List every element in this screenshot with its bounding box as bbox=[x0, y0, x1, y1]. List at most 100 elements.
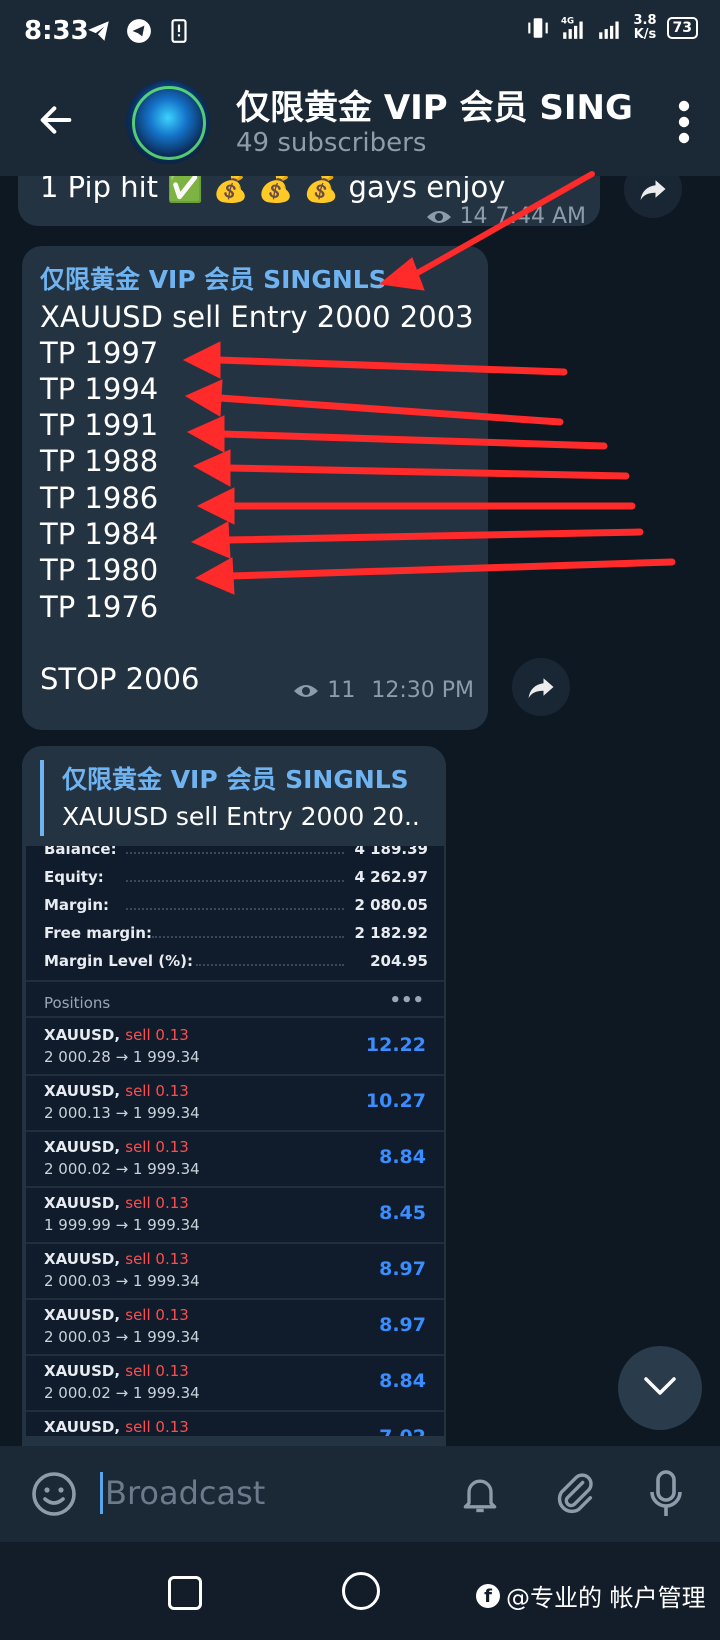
vibrate-icon bbox=[528, 18, 549, 38]
position-row: XAUUSD, sell 0.13 2 000.02 → 1 999.34 8.… bbox=[26, 1130, 444, 1188]
account-value: 204.95 bbox=[370, 952, 428, 970]
message-meta: 11 12:30 PM bbox=[293, 678, 474, 703]
reply-sender: 仅限黄金 VIP 会员 SINGNLS bbox=[62, 765, 409, 794]
system-nav-bar: f @专业的 帐户管理 bbox=[0, 1542, 720, 1640]
broadcast-input[interactable]: Broadcast bbox=[100, 1472, 265, 1514]
message-sender[interactable]: 仅限黄金 VIP 会员 SINGNLS bbox=[40, 260, 387, 296]
position-symbol: XAUUSD, sell 0.13 bbox=[44, 1082, 189, 1100]
position-row: XAUUSD, sell 0.13 2 000.03 → 1 999.34 8.… bbox=[26, 1298, 444, 1356]
position-row: XAUUSD, sell 0.13 7.02 bbox=[26, 1410, 444, 1436]
status-bar: 8:33 4G 3.8 K/s 73 bbox=[0, 0, 720, 66]
position-prices: 2 000.03 → 1 999.34 bbox=[44, 1328, 200, 1346]
position-prices: 2 000.13 → 1 999.34 bbox=[44, 1104, 200, 1122]
signal-4g-icon: 4G bbox=[561, 17, 584, 39]
reply-preview[interactable]: 仅限黄金 VIP 会员 SINGNLS XAUUSD sell Entry 20… bbox=[40, 760, 442, 836]
watermark: f @专业的 帐户管理 bbox=[476, 1578, 706, 1613]
message-bubble[interactable]: 仅限黄金 VIP 会员 SINGNLS XAUUSD sell Entry 20… bbox=[22, 746, 446, 1446]
position-profit: 8.84 bbox=[379, 1370, 426, 1392]
views-eye-icon bbox=[294, 684, 319, 697]
channel-title[interactable]: 仅限黄金 VIP 会员 SING... bbox=[236, 80, 636, 129]
channel-avatar[interactable] bbox=[126, 80, 210, 164]
view-count: 14 bbox=[459, 204, 488, 229]
attach-icon[interactable] bbox=[552, 1470, 598, 1518]
message-composer: Broadcast bbox=[0, 1446, 720, 1542]
views-eye-icon bbox=[426, 210, 451, 223]
dotted-leader bbox=[126, 908, 344, 910]
message-line: TP 1986 bbox=[40, 481, 159, 515]
forward-button[interactable] bbox=[512, 658, 570, 716]
share-arrow-icon bbox=[640, 180, 666, 201]
position-prices: 2 000.02 → 1 999.34 bbox=[44, 1384, 200, 1402]
back-arrow-icon[interactable] bbox=[36, 100, 76, 140]
svg-text:4G: 4G bbox=[561, 17, 574, 27]
battery-indicator: 73 bbox=[666, 17, 698, 39]
position-symbol: XAUUSD, sell 0.13 bbox=[44, 1362, 189, 1380]
account-label: Balance: bbox=[44, 846, 117, 858]
message-line: TP 1976 bbox=[40, 590, 159, 624]
side-text: sell 0.13 bbox=[125, 1418, 189, 1436]
position-symbol: XAUUSD, sell 0.13 bbox=[44, 1250, 189, 1268]
account-value: 4 189.39 bbox=[354, 846, 428, 858]
position-symbol: XAUUSD, sell 0.13 bbox=[44, 1194, 189, 1212]
position-profit: 8.84 bbox=[379, 1146, 426, 1168]
more-options-icon[interactable] bbox=[672, 98, 696, 146]
trading-screenshot[interactable]: Balance: 4 189.39 Equity: 4 262.97 Margi… bbox=[26, 846, 444, 1436]
net-speed-unit: K/s bbox=[633, 27, 657, 42]
message-line: TP 1997 bbox=[40, 336, 159, 370]
facebook-icon: f bbox=[476, 1583, 500, 1608]
message-meta: 14 7:44 AM bbox=[426, 204, 586, 229]
position-profit: 10.27 bbox=[365, 1090, 426, 1112]
signal-icon bbox=[599, 21, 620, 39]
positions-menu: ••• bbox=[389, 990, 424, 1011]
side-text: sell 0.13 bbox=[125, 1026, 189, 1044]
scroll-to-bottom-button[interactable] bbox=[618, 1346, 702, 1430]
account-value: 2 182.92 bbox=[354, 924, 428, 942]
account-value: 4 262.97 bbox=[354, 868, 428, 886]
position-symbol: XAUUSD, sell 0.13 bbox=[44, 1026, 189, 1044]
symbol-text: XAUUSD, bbox=[44, 1138, 121, 1156]
message-time: 12:30 PM bbox=[371, 678, 474, 703]
forward-button[interactable] bbox=[624, 176, 682, 218]
message-text: 1 Pip hit ✅ 💰 💰 💰 gays enjoy bbox=[40, 176, 506, 204]
symbol-text: XAUUSD, bbox=[44, 1082, 121, 1100]
status-left-icons bbox=[86, 18, 192, 44]
microphone-icon[interactable] bbox=[646, 1468, 686, 1520]
symbol-text: XAUUSD, bbox=[44, 1026, 121, 1044]
message-bubble[interactable]: 仅限黄金 VIP 会员 SINGNLS XAUUSD sell Entry 20… bbox=[22, 246, 488, 730]
account-label: Equity: bbox=[44, 868, 104, 886]
account-label: Margin: bbox=[44, 896, 110, 914]
account-label: Free margin: bbox=[44, 924, 152, 942]
phone-alert-icon bbox=[171, 19, 187, 43]
position-row: XAUUSD, sell 0.13 2 000.03 → 1 999.34 8.… bbox=[26, 1242, 444, 1300]
home-button[interactable] bbox=[342, 1572, 380, 1610]
side-text: sell 0.13 bbox=[125, 1138, 189, 1156]
position-profit: 8.97 bbox=[379, 1314, 426, 1336]
chat-area[interactable]: 1 Pip hit ✅ 💰 💰 💰 gays enjoy 14 7:44 AM … bbox=[0, 176, 720, 1446]
bell-icon[interactable] bbox=[458, 1470, 502, 1518]
position-profit: 8.45 bbox=[379, 1202, 426, 1224]
recents-button[interactable] bbox=[168, 1576, 202, 1610]
position-prices: 2 000.28 → 1 999.34 bbox=[44, 1048, 200, 1066]
symbol-text: XAUUSD, bbox=[44, 1418, 121, 1436]
side-text: sell 0.13 bbox=[125, 1194, 189, 1212]
position-symbol: XAUUSD, sell 0.13 bbox=[44, 1138, 189, 1156]
position-row: XAUUSD, sell 0.13 2 000.02 → 1 999.34 8.… bbox=[26, 1354, 444, 1412]
watermark-text: @专业的 帐户管理 bbox=[506, 1584, 706, 1612]
message-line: TP 1994 bbox=[40, 372, 159, 406]
emoji-icon[interactable] bbox=[30, 1470, 78, 1518]
position-row: XAUUSD, sell 0.13 1 999.99 → 1 999.34 8.… bbox=[26, 1186, 444, 1244]
avatar-ring bbox=[132, 86, 206, 160]
message-line: STOP 2006 bbox=[40, 662, 200, 696]
position-symbol: XAUUSD, sell 0.13 bbox=[44, 1306, 189, 1324]
subscriber-count: 49 subscribers bbox=[236, 128, 427, 158]
side-text: sell 0.13 bbox=[125, 1082, 189, 1100]
symbol-text: XAUUSD, bbox=[44, 1362, 121, 1380]
symbol-text: XAUUSD, bbox=[44, 1306, 121, 1324]
message-time: 7:44 AM bbox=[495, 204, 586, 229]
divider bbox=[26, 980, 444, 982]
message-bubble[interactable]: 1 Pip hit ✅ 💰 💰 💰 gays enjoy 14 7:44 AM bbox=[18, 176, 600, 229]
view-count: 11 bbox=[327, 678, 356, 703]
position-prices: 2 000.03 → 1 999.34 bbox=[44, 1272, 200, 1290]
position-profit: 12.22 bbox=[365, 1034, 426, 1056]
positions-header: Positions bbox=[44, 994, 111, 1012]
